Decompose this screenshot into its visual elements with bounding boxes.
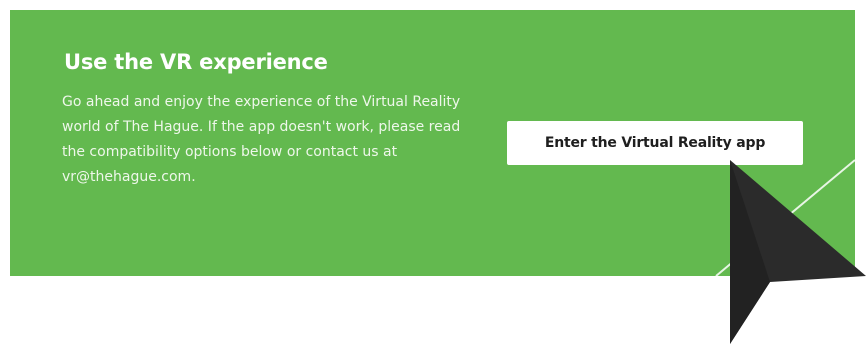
vr-experience-banner: Use the VR experience Go ahead and enjoy… <box>10 10 855 276</box>
enter-vr-app-button[interactable]: Enter the Virtual Reality app <box>507 121 803 165</box>
page: Use the VR experience Go ahead and enjoy… <box>0 0 866 344</box>
banner-description: Go ahead and enjoy the experience of the… <box>62 94 461 185</box>
banner-title: Use the VR experience <box>64 50 328 74</box>
